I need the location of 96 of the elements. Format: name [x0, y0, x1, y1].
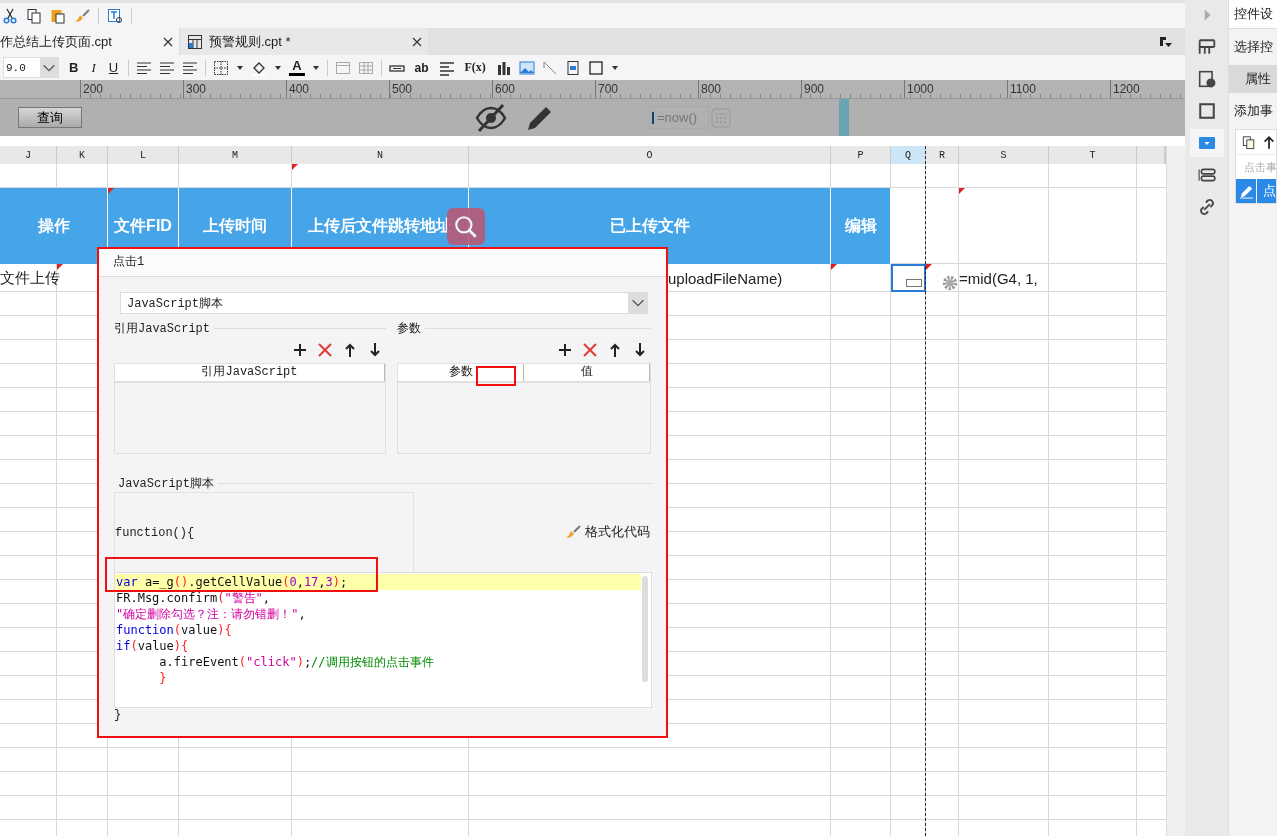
ruler-label: 800: [698, 80, 801, 98]
bar-chart-icon[interactable]: [495, 59, 512, 76]
formula-button[interactable]: F(x): [461, 60, 489, 75]
format-button[interactable]: U: [105, 60, 122, 75]
dialog-title: 点击1: [99, 249, 666, 277]
ruler-label: 1000: [904, 80, 1007, 98]
close-icon[interactable]: [412, 36, 422, 47]
code-line: }: [158, 670, 168, 686]
search-icon: [453, 213, 479, 240]
highlight-box: [476, 366, 516, 386]
arrow-up-icon[interactable]: [608, 343, 622, 357]
list-icon[interactable]: [1197, 166, 1216, 184]
square-icon[interactable]: [1197, 102, 1216, 120]
form-icon[interactable]: [564, 59, 581, 76]
arrow-up-icon[interactable]: [343, 343, 357, 357]
selected-cell[interactable]: [891, 264, 926, 292]
font-color-button[interactable]: A: [289, 59, 305, 76]
add-icon[interactable]: [558, 343, 572, 357]
ruler-label: 700: [595, 80, 698, 98]
copy-icon[interactable]: [26, 7, 42, 24]
brush-icon: [565, 524, 581, 540]
gear-icon[interactable]: [941, 274, 959, 292]
section-title: JavaScript脚本: [118, 475, 214, 492]
panel-title: 控件设: [1229, 0, 1277, 29]
type-dropdown[interactable]: JavaScript脚本: [120, 292, 648, 314]
layout-icon[interactable]: [1197, 38, 1216, 56]
pencil-icon: [1238, 183, 1254, 199]
text-lines-icon[interactable]: [438, 59, 455, 76]
ruler-label: 400: [286, 80, 389, 98]
frame-icon[interactable]: [587, 59, 604, 76]
arrow-down-icon[interactable]: [368, 343, 382, 357]
close-icon[interactable]: [163, 36, 173, 47]
caret-icon[interactable]: [610, 63, 619, 72]
section-title: 参数: [397, 320, 421, 337]
query-button[interactable]: 查询: [18, 107, 82, 128]
ruler-label: 900: [801, 80, 904, 98]
slash-icon[interactable]: [541, 59, 558, 76]
select-label: 选择控: [1233, 38, 1274, 56]
code-editor[interactable]: var a=_g().getCellValue(0,17,3); FR.Msg.confirm("警告", "确定删除勾选？注：请勿错删！", function(value){ if(value){ a.fireEvent("click");//调用按钮的点击事件 }: [114, 572, 652, 708]
caret-icon[interactable]: [236, 63, 245, 72]
header-cell: 编辑: [831, 188, 891, 264]
delete-icon[interactable]: [318, 343, 332, 357]
widget-icon: [906, 279, 922, 287]
code-line: if(value){: [115, 638, 190, 654]
cut-icon[interactable]: [2, 7, 18, 24]
format-button[interactable]: I: [88, 59, 99, 76]
caret-icon[interactable]: [274, 63, 283, 72]
preview-icon[interactable]: [107, 7, 123, 24]
delete-icon[interactable]: [583, 343, 597, 357]
file-tab[interactable]: 预警规则.cpt *: [181, 28, 428, 55]
caret-icon[interactable]: [311, 63, 320, 72]
eye-off-icon[interactable]: [474, 101, 508, 134]
widget-settings-tab[interactable]: [1189, 129, 1224, 157]
section-title: 引用JavaScript: [114, 320, 210, 337]
align-icon[interactable]: [182, 59, 199, 76]
align-icon[interactable]: [159, 59, 176, 76]
column-header: 参数: [398, 364, 524, 381]
property-tab[interactable]: 属性: [1229, 65, 1277, 93]
link-icon[interactable]: [1197, 198, 1216, 216]
table-cell-text: uploadFileName): [667, 268, 784, 289]
vertical-scrollbar[interactable]: [1166, 146, 1185, 836]
column-header: 引用JavaScript: [115, 364, 385, 381]
copy-icon[interactable]: [1242, 134, 1256, 150]
code-line: FR.Msg.confirm("警告",: [115, 590, 272, 606]
ruler-label: 1100: [1007, 80, 1110, 98]
ruler-label: 600: [492, 80, 595, 98]
font-size-field[interactable]: 9.0: [3, 57, 59, 78]
event-label: 添加事: [1233, 102, 1274, 120]
file-tab[interactable]: 作总结上传页面.cpt: [0, 28, 179, 55]
brush-icon[interactable]: [74, 7, 90, 24]
column-header: 值: [524, 364, 650, 381]
header-cell: 操作: [0, 188, 108, 264]
report-icon: [187, 33, 203, 50]
paste-icon[interactable]: [50, 7, 66, 24]
code-line: a.fireEvent("click");//调用按钮的点击事件: [158, 654, 435, 670]
ruler-label: 300: [183, 80, 286, 98]
column-header[interactable]: Q: [891, 146, 926, 164]
code-text: function(){: [115, 525, 195, 540]
align-icon[interactable]: [136, 59, 153, 76]
image-icon[interactable]: [518, 59, 535, 76]
border-icon[interactable]: [213, 59, 230, 76]
code-line: function(value){: [115, 622, 233, 638]
cell-info-icon[interactable]: [1197, 70, 1216, 88]
ruler-label: 500: [389, 80, 492, 98]
merge-cells-icon[interactable]: [334, 59, 351, 76]
arrow-up-icon[interactable]: [1262, 134, 1276, 150]
arrow-down-icon[interactable]: [633, 343, 647, 357]
format-code-button[interactable]: 格式化代码: [565, 523, 650, 541]
code-text: }: [114, 708, 123, 722]
format-button[interactable]: B: [66, 60, 82, 75]
text-button[interactable]: ab: [411, 60, 432, 75]
ruler-label: 200: [80, 80, 183, 98]
dropdown-widget-icon: [1198, 137, 1215, 149]
code-line: "确定删除勾选？注：请勿错删！",: [115, 606, 307, 622]
table-cell-text: =mid(G4, 1,: [959, 268, 1039, 289]
add-icon[interactable]: [293, 343, 307, 357]
